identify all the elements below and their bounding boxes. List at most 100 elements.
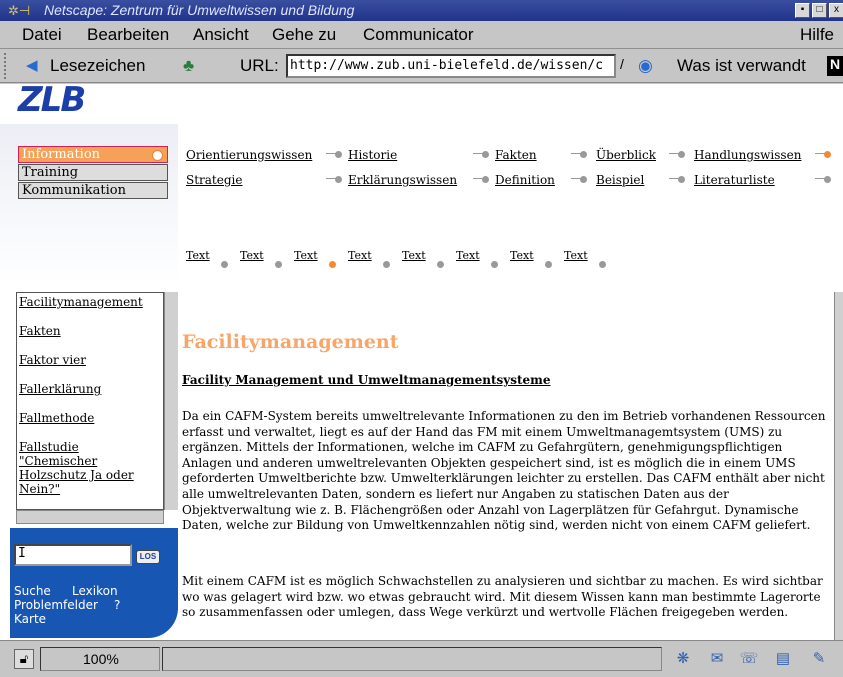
edit-icon[interactable]: ✎ xyxy=(808,649,830,669)
navigator-icon[interactable]: ❋ xyxy=(672,649,694,669)
paragraph: Da ein CAFM-System bereits umweltrelevan… xyxy=(182,409,826,533)
nav-dot xyxy=(473,151,491,158)
index-item[interactable]: Fallstudie "Chemischer Holzschutz Ja ode… xyxy=(19,440,139,496)
nav-beispiel[interactable]: Beispiel xyxy=(596,173,644,187)
menu-ansicht[interactable]: Ansicht xyxy=(193,21,249,49)
lock-icon[interactable]: 🔓︎ xyxy=(14,649,34,669)
menu-datei[interactable]: Datei xyxy=(22,21,62,49)
bookmarks-button[interactable]: Lesezeichen xyxy=(50,56,145,76)
nav-erklaerungswissen[interactable]: Erklärungswissen xyxy=(348,173,457,187)
nav-dot xyxy=(571,176,589,183)
problemfelder-link[interactable]: Problemfelder xyxy=(14,598,98,612)
index-scrollbar[interactable] xyxy=(164,292,178,510)
menu-hilfe[interactable]: Hilfe xyxy=(800,21,834,49)
status-message xyxy=(162,647,662,671)
minimize-button[interactable]: ▪ xyxy=(795,3,810,18)
nav-historie[interactable]: Historie xyxy=(348,148,397,162)
url-dropdown-icon[interactable]: / xyxy=(620,56,624,72)
nav-dot xyxy=(815,176,833,183)
search-button[interactable]: LOS xyxy=(136,550,160,564)
nav-dot xyxy=(669,176,687,183)
search-panel: I LOS Suche Lexikon Problemfelder ? Kart… xyxy=(10,528,178,638)
left-frame: ZLB Information Training Kommunikation F… xyxy=(0,84,178,640)
text-link[interactable]: Text xyxy=(402,249,426,262)
zoom-level: 100% xyxy=(40,647,160,671)
discussion-icon[interactable]: ☏ xyxy=(738,649,760,669)
text-dot xyxy=(491,261,498,268)
nav-handlungswissen[interactable]: Handlungswissen xyxy=(694,148,801,162)
mail-icon[interactable]: ✉ xyxy=(706,649,728,669)
lexikon-link[interactable]: Lexikon xyxy=(72,584,118,598)
text-link[interactable]: Text xyxy=(456,249,480,262)
nav-dot xyxy=(326,151,344,158)
nav-orientierungswissen[interactable]: Orientierungswissen xyxy=(186,148,312,162)
title-bar: ✲⊣ Netscape: Zentrum für Umweltwissen un… xyxy=(0,0,843,21)
text-link[interactable]: Text xyxy=(186,249,210,262)
index-item[interactable]: Faktor vier xyxy=(19,353,163,367)
page-title: Facilitymanagement xyxy=(182,331,399,353)
menu-gehe-zu[interactable]: Gehe zu xyxy=(272,21,336,49)
tab-kommunikation[interactable]: Kommunikation xyxy=(18,182,168,199)
text-dot xyxy=(221,261,228,268)
karte-link[interactable]: Karte xyxy=(14,612,46,626)
zlb-logo: ZLB xyxy=(18,84,86,120)
browser-window: ✲⊣ Netscape: Zentrum für Umweltwissen un… xyxy=(0,0,843,677)
nav-definition[interactable]: Definition xyxy=(495,173,555,187)
index-item[interactable]: Fallerklärung xyxy=(19,382,163,396)
text-dot xyxy=(437,261,444,268)
status-bar: 🔓︎ 100% ❋ ✉ ☏ ▤ ✎ xyxy=(0,640,843,677)
text-dot xyxy=(275,261,282,268)
text-link[interactable]: Text xyxy=(564,249,588,262)
page-content: ZLB Information Training Kommunikation F… xyxy=(0,84,843,640)
nav-dot xyxy=(669,151,687,158)
maximize-button[interactable]: □ xyxy=(812,3,827,18)
bookmark-icon[interactable]: ◀ xyxy=(26,56,38,74)
netscape-n-icon: N xyxy=(827,56,843,76)
url-label: URL: xyxy=(240,56,279,75)
menu-bar: Datei Bearbeiten Ansicht Gehe zu Communi… xyxy=(0,21,843,49)
text-dot xyxy=(599,261,606,268)
text-dot xyxy=(383,261,390,268)
index-list: Facilitymanagement Fakten Faktor vier Fa… xyxy=(16,292,164,510)
menu-bearbeiten[interactable]: Bearbeiten xyxy=(87,21,169,49)
index-item[interactable]: Facilitymanagement xyxy=(19,295,163,309)
paragraph: Mit einem CAFM ist es möglich Schwachste… xyxy=(182,574,823,620)
tab-information[interactable]: Information xyxy=(18,146,168,163)
menu-communicator[interactable]: Communicator xyxy=(363,21,474,49)
search-input[interactable]: I xyxy=(14,544,132,566)
index-item[interactable]: Fallmethode xyxy=(19,411,163,425)
nav-strategie[interactable]: Strategie xyxy=(186,173,242,187)
netscape-logo-icon: ✲⊣ xyxy=(8,3,31,18)
section-heading: Facility Management und Umweltmanagement… xyxy=(182,373,551,387)
index-hscrollbar[interactable] xyxy=(16,510,164,524)
toolbar-grip[interactable] xyxy=(4,53,12,79)
main-frame: Orientierungswissen Historie Fakten Über… xyxy=(178,84,843,640)
url-input[interactable] xyxy=(290,58,614,73)
nav-literaturliste[interactable]: Literaturliste xyxy=(694,173,775,187)
related-button[interactable]: Was ist verwandt xyxy=(677,56,806,76)
text-dot-active xyxy=(329,261,336,268)
composer-icon[interactable]: ▤ xyxy=(772,649,794,669)
nav-dot xyxy=(473,176,491,183)
text-link[interactable]: Text xyxy=(510,249,534,262)
index-item[interactable]: Fakten xyxy=(19,324,163,338)
location-toolbar: ◀ Lesezeichen ♣ URL: / ◉ Was ist verwand… xyxy=(0,49,843,83)
text-link[interactable]: Text xyxy=(240,249,264,262)
nav-ueberblick[interactable]: Überblick xyxy=(596,148,656,162)
nav-dot xyxy=(571,151,589,158)
close-button[interactable]: x xyxy=(829,3,843,18)
window-title: Netscape: Zentrum für Umweltwissen und B… xyxy=(44,2,355,18)
text-link[interactable]: Text xyxy=(348,249,372,262)
url-field[interactable] xyxy=(286,54,616,78)
suche-link[interactable]: Suche xyxy=(14,584,51,598)
nav-dot xyxy=(326,176,344,183)
main-scrollbar[interactable] xyxy=(834,292,843,640)
nav-dot-active xyxy=(815,151,833,158)
help-link[interactable]: ? xyxy=(114,598,120,612)
text-link[interactable]: Text xyxy=(294,249,318,262)
text-dot xyxy=(545,261,552,268)
related-icon[interactable]: ◉ xyxy=(638,56,653,76)
tab-training[interactable]: Training xyxy=(18,164,168,181)
nav-fakten[interactable]: Fakten xyxy=(495,148,537,162)
location-icon: ♣ xyxy=(183,56,195,75)
